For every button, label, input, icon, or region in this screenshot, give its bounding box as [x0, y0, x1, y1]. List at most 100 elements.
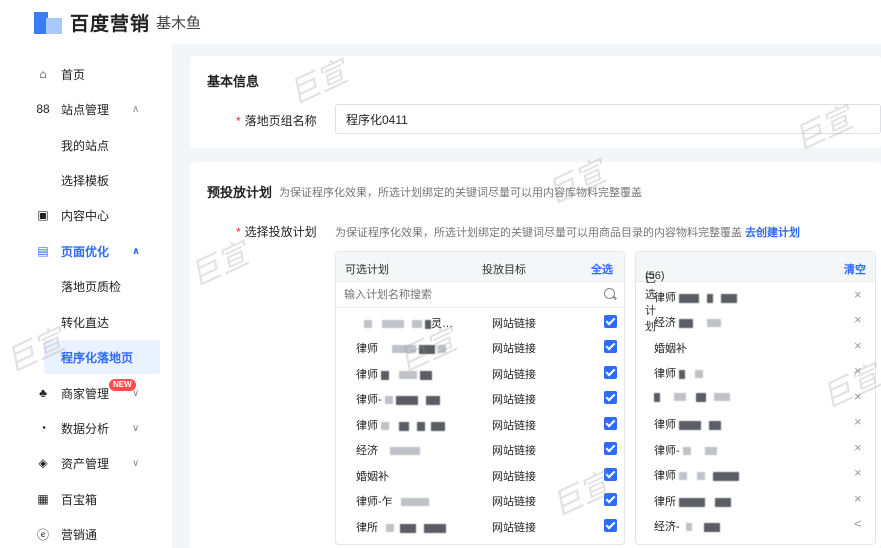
redacted-block: [704, 447, 717, 456]
chevron-up-icon: ∧: [132, 103, 140, 115]
selected-plans-panel: 已选计划 (56) 清空 律师 × 经济 × 婚姻补 × 律师 × × 律师 ×…: [635, 251, 876, 545]
logo[interactable]: 百度营销 基木鱼: [34, 8, 201, 36]
nav-programmatic-landing[interactable]: 程序化落地页: [44, 340, 160, 374]
baidu-logo-icon: [34, 8, 64, 36]
list-item[interactable]: 律所 网站链接: [336, 513, 624, 539]
redacted-block: [364, 320, 372, 329]
select-all-button[interactable]: 全选: [591, 261, 613, 277]
nav-conversion-direct[interactable]: 转化直达: [0, 305, 172, 339]
plan-name-text: 律师-乍: [356, 496, 393, 508]
remove-icon[interactable]: ×: [854, 440, 862, 455]
checkbox-checked-icon[interactable]: [604, 340, 617, 353]
checkbox-checked-icon[interactable]: [604, 493, 617, 506]
remove-icon[interactable]: ×: [854, 465, 862, 480]
remove-icon[interactable]: ×: [854, 338, 862, 353]
nav-label: 我的站点: [61, 138, 110, 153]
col-plan-name: 可选计划: [345, 264, 389, 276]
selected-plan-name: 律师-: [654, 442, 717, 458]
redacted-block: [679, 497, 705, 507]
plan-name-text: 经济: [356, 445, 378, 457]
list-item: 律师 ×: [636, 359, 875, 385]
list-item[interactable]: 律师 网站链接: [336, 411, 624, 437]
redacted-block: [679, 472, 687, 481]
redacted-block: [679, 318, 693, 328]
nav-page-optimize[interactable]: ▤ 页面优化 ∧: [0, 234, 172, 268]
list-item[interactable]: 律师- 网站链接: [336, 385, 624, 411]
nav-toolbox[interactable]: ▦ 百宝箱: [0, 482, 172, 516]
nav-data-analysis[interactable]: ◔ 数据分析 ∨: [0, 411, 172, 445]
nav-marketing[interactable]: ⓔ 营销通: [0, 517, 172, 548]
nav-my-sites[interactable]: 我的站点: [0, 128, 172, 162]
merchant-icon: ♣: [39, 386, 47, 400]
plan-name-suffix: 灵…: [431, 318, 453, 330]
home-icon: ⌂: [39, 67, 47, 81]
redacted-block: [392, 345, 416, 354]
redacted-block: [709, 420, 721, 430]
list-item[interactable]: 律师 网站链接: [336, 360, 624, 386]
list-item[interactable]: 律师-乍 网站链接: [336, 487, 624, 513]
marketing-icon: ⓔ: [36, 527, 49, 542]
list-item[interactable]: 灵… 网站链接: [336, 309, 624, 335]
chevron-down-icon: ∨: [132, 422, 140, 434]
remove-icon[interactable]: ×: [854, 312, 862, 327]
nav-select-template[interactable]: 选择模板: [0, 163, 172, 197]
selected-plans-header: 已选计划 (56) 清空: [636, 252, 875, 333]
redacted-block: [417, 421, 425, 431]
selected-plan-name: 律师: [654, 289, 737, 305]
nav-home[interactable]: ⌂ 首页: [0, 57, 172, 91]
create-plan-link[interactable]: 去创建计划: [745, 227, 800, 239]
remove-icon[interactable]: ×: [854, 389, 862, 404]
list-item: 律师 ×: [636, 283, 875, 309]
list-item[interactable]: 婚姻补 网站链接: [336, 462, 624, 488]
checkbox-checked-icon[interactable]: [604, 417, 617, 430]
remove-icon[interactable]: ×: [854, 363, 862, 378]
checkbox-checked-icon[interactable]: [604, 391, 617, 404]
nav-asset-management[interactable]: ◈ 资产管理 ∨: [0, 446, 172, 480]
select-plan-label: * 选择投放计划: [236, 223, 317, 240]
redacted-block: [399, 421, 409, 431]
nav-site-management[interactable]: 88 站点管理 ∧: [0, 92, 172, 126]
checkbox-checked-icon[interactable]: [604, 468, 617, 481]
remove-icon[interactable]: ×: [854, 287, 862, 302]
plan-name-text: 律师: [356, 369, 378, 381]
plan-name: 经济: [356, 442, 420, 458]
group-name-input[interactable]: [335, 104, 881, 134]
checkbox-checked-icon[interactable]: [604, 519, 617, 532]
search-icon[interactable]: [604, 288, 615, 299]
redacted-block: [420, 370, 432, 380]
page-optimize-icon: ▤: [37, 244, 49, 258]
checkbox-checked-icon[interactable]: [604, 315, 617, 328]
grid-icon: 88: [36, 102, 50, 116]
clear-button[interactable]: 清空: [844, 261, 866, 277]
redacted-block: [707, 319, 721, 328]
selected-plan-text: 律师-: [654, 445, 680, 457]
checkbox-checked-icon[interactable]: [604, 366, 617, 379]
list-item: 律师 ×: [636, 410, 875, 436]
required-mark: *: [236, 225, 241, 239]
remove-icon[interactable]: ×: [854, 491, 862, 506]
redacted-block: [386, 524, 394, 533]
plan-search-input[interactable]: [344, 286, 594, 304]
plan-section-hint: 为保证程序化效果，所选计划绑定的关键词尽量可以用内容库物料完整覆盖: [279, 187, 642, 199]
plan-name: 律师: [356, 417, 445, 433]
plan-name: 律师: [356, 340, 446, 356]
col-target: 投放目标: [482, 264, 526, 276]
list-item[interactable]: 经济 网站链接: [336, 436, 624, 462]
nav-label: 页面优化: [61, 244, 110, 259]
plan-name-text: 律师: [356, 343, 378, 355]
nav-merchant-management[interactable]: ♣ 商家管理 NEW ∨: [0, 376, 172, 410]
redacted-block: [679, 420, 701, 430]
content-icon: ▣: [37, 208, 49, 222]
checkbox-checked-icon[interactable]: [604, 442, 617, 455]
redacted-block: [654, 392, 660, 402]
nav-content-center[interactable]: ▣ 内容中心: [0, 198, 172, 232]
toolbox-icon: ▦: [37, 492, 49, 506]
remove-icon[interactable]: ×: [854, 414, 862, 429]
nav-landing-quality[interactable]: 落地页质检: [0, 269, 172, 303]
collapse-icon[interactable]: <: [854, 516, 862, 531]
list-item: 律师 ×: [636, 461, 875, 487]
redacted-block: [424, 523, 446, 533]
redacted-block: [400, 523, 416, 533]
list-item[interactable]: 律师 网站链接: [336, 334, 624, 360]
nav-label: 程序化落地页: [61, 350, 134, 365]
